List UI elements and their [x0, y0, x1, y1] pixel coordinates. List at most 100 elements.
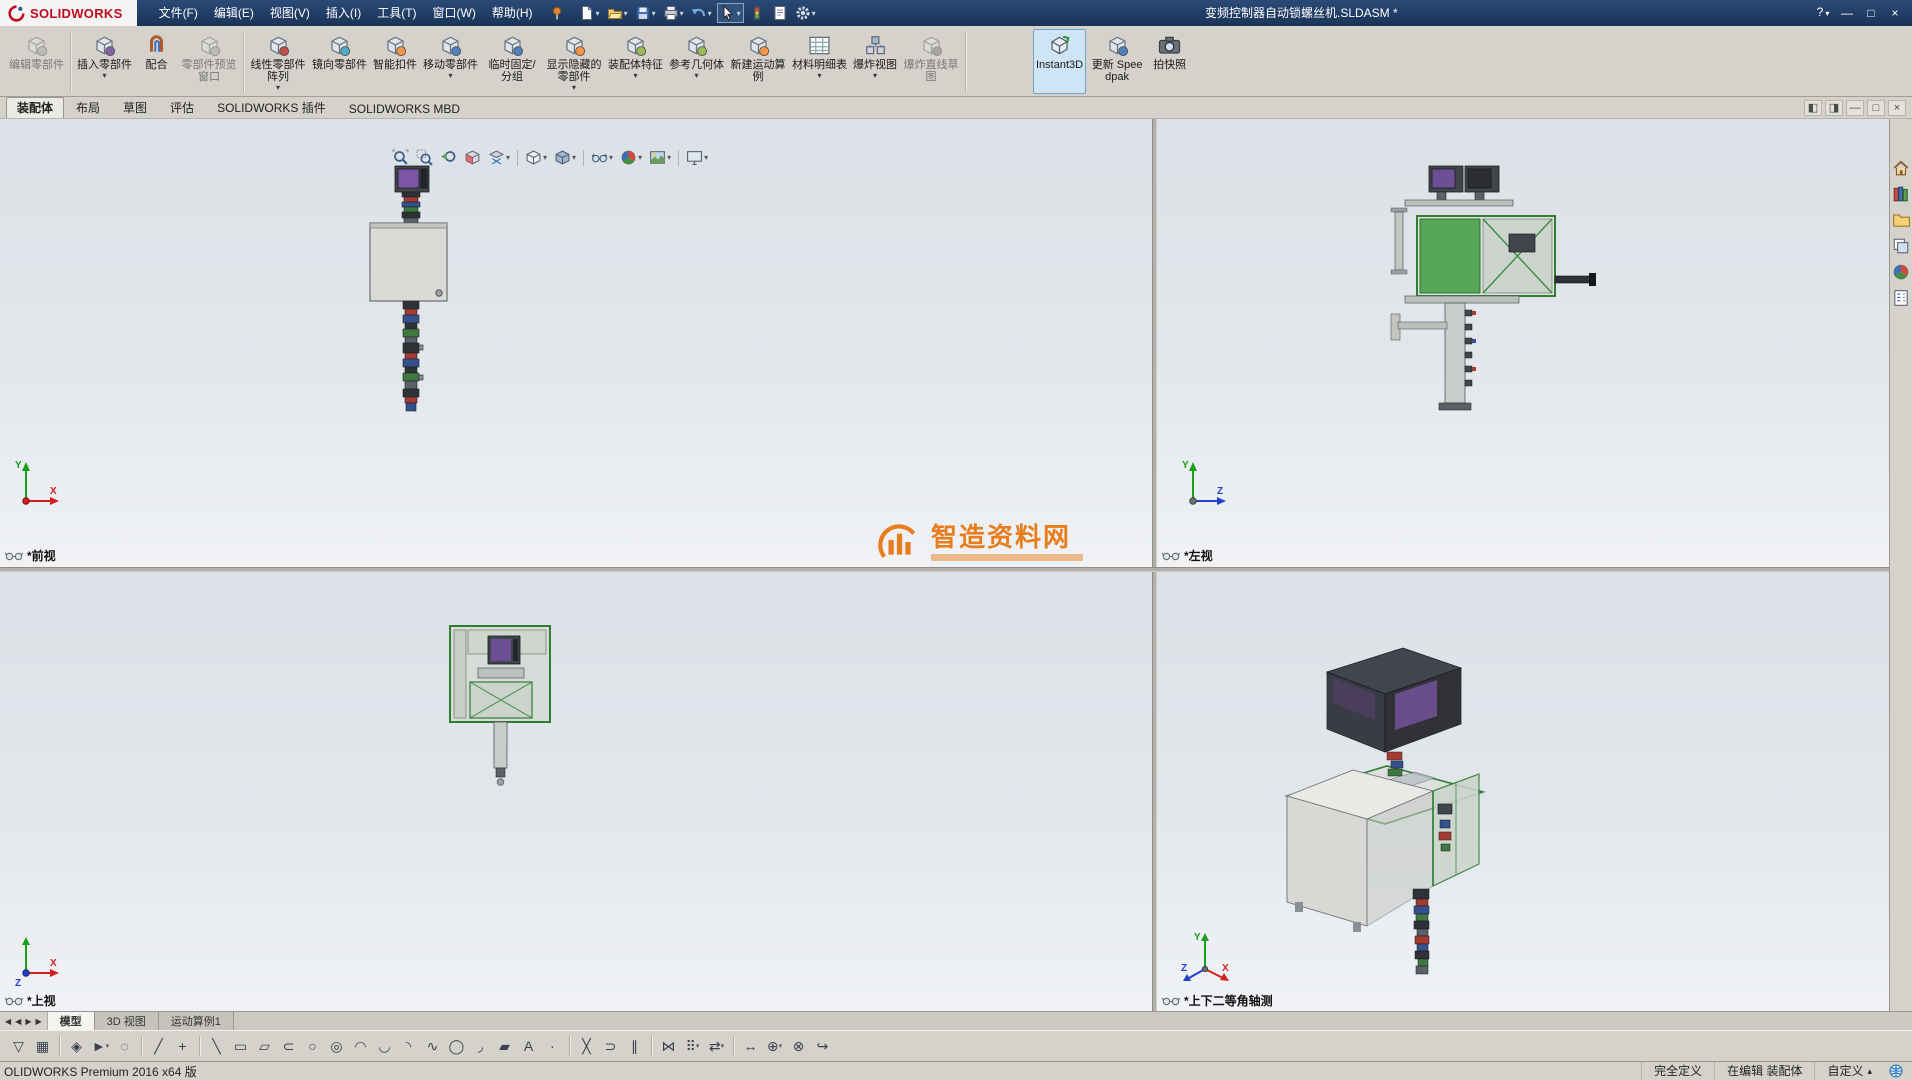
restore-viewport-icon[interactable]: □	[1867, 100, 1885, 116]
display-relations-icon[interactable]: ⊕	[763, 1035, 786, 1058]
design-library-icon[interactable]	[1892, 185, 1910, 203]
appearances-icon[interactable]	[1892, 263, 1910, 281]
smart-fasteners-button[interactable]: 智能扣件	[370, 29, 420, 94]
offset-entities-icon[interactable]: ∥	[623, 1035, 646, 1058]
save-icon[interactable]	[633, 3, 658, 23]
close-button[interactable]: ×	[1884, 3, 1906, 23]
linear-sketch-pattern-icon[interactable]: ⠿	[681, 1035, 704, 1058]
tab-sketch[interactable]: 草图	[112, 97, 158, 118]
linear-component-pattern-button[interactable]: 线性零部件阵列	[247, 29, 309, 94]
tab-evaluate[interactable]: 评估	[159, 97, 205, 118]
3d-views-tab[interactable]: 3D 视图	[95, 1012, 159, 1030]
edit-appearance-icon[interactable]	[618, 147, 644, 168]
insert-component-button[interactable]: 插入零部件	[74, 29, 135, 94]
viewport-top[interactable]: X Z *上视	[0, 572, 1152, 1011]
dropdown-arrow-icon[interactable]	[633, 71, 637, 80]
display-style-icon[interactable]	[552, 147, 578, 168]
instant3d-button[interactable]: Instant3D	[1033, 29, 1086, 94]
point-icon[interactable]: ∙	[541, 1035, 564, 1058]
circle-icon[interactable]: ○	[301, 1035, 324, 1058]
section-view-icon[interactable]	[462, 147, 483, 168]
reference-geometry-button[interactable]: 参考几何体	[666, 29, 727, 94]
take-snapshot-button[interactable]: 拍快照	[1148, 29, 1191, 94]
tangent-arc-icon[interactable]: ◡	[373, 1035, 396, 1058]
viewport-left[interactable]: Y Z *左视	[1157, 119, 1912, 567]
options-gear-icon[interactable]	[793, 3, 818, 23]
globe-icon[interactable]	[1888, 1063, 1904, 1079]
power-select-icon[interactable]: ◈	[65, 1035, 88, 1058]
status-custom-dropdown[interactable]: 自定义▴	[1814, 1062, 1884, 1080]
sketch-icon[interactable]: ╱	[147, 1035, 170, 1058]
tab-layout[interactable]: 布局	[65, 97, 111, 118]
new-document-icon[interactable]	[577, 3, 602, 23]
ellipse-icon[interactable]: ◯	[445, 1035, 468, 1058]
tab-solidworks-mbd[interactable]: SOLIDWORKS MBD	[338, 100, 471, 118]
annotation-views-icon[interactable]	[486, 147, 512, 168]
viewport-front[interactable]: Y X *前视	[0, 119, 1152, 567]
hide-show-filter-icon[interactable]: ▦	[31, 1035, 54, 1058]
last-tab-icon[interactable]: ▶	[34, 1017, 42, 1026]
view-palette-icon[interactable]	[1892, 237, 1910, 255]
update-speedpak-button[interactable]: 更新 Speedpak	[1086, 29, 1148, 94]
perimeter-circle-icon[interactable]: ◎	[325, 1035, 348, 1058]
edit-component-button[interactable]: 编辑零部件	[6, 29, 67, 94]
dropdown-arrow-icon[interactable]	[276, 83, 280, 92]
smart-dimension-icon[interactable]: ↔	[739, 1035, 762, 1058]
pane-right-icon[interactable]: ◨	[1825, 100, 1843, 116]
motion-study-tab[interactable]: 运动算例1	[159, 1012, 234, 1030]
minimize-button[interactable]: —	[1836, 3, 1858, 23]
select-cursor-icon[interactable]	[717, 3, 744, 23]
vertical-splitter[interactable]	[1152, 119, 1157, 1011]
top-view-model[interactable]	[448, 624, 554, 789]
menu-item[interactable]: 窗口(W)	[425, 0, 484, 26]
horizontal-splitter[interactable]	[0, 567, 1912, 572]
move-entities-icon[interactable]: ⇄	[705, 1035, 728, 1058]
trim-entities-icon[interactable]: ╳	[575, 1035, 598, 1058]
menu-item[interactable]: 视图(V)	[262, 0, 318, 26]
open-icon[interactable]	[605, 3, 630, 23]
line-icon[interactable]: ╲	[205, 1035, 228, 1058]
minimize-viewport-icon[interactable]: —	[1846, 100, 1864, 116]
pushpin-icon[interactable]	[549, 5, 565, 21]
move-component-button[interactable]: 移动零部件	[420, 29, 481, 94]
show-hidden-components-button[interactable]: 显示隐藏的零部件	[543, 29, 605, 94]
exit-sketch-icon[interactable]: ↪	[811, 1035, 834, 1058]
tab-assembly[interactable]: 装配体	[6, 97, 64, 118]
menu-item[interactable]: 工具(T)	[369, 0, 424, 26]
view-settings-icon[interactable]	[684, 147, 710, 168]
hide-show-items-icon[interactable]	[589, 147, 615, 168]
left-view-model[interactable]	[1389, 164, 1601, 416]
dropdown-arrow-icon[interactable]	[694, 71, 698, 80]
isometric-view-model[interactable]	[1275, 634, 1490, 979]
front-view-model[interactable]	[368, 165, 453, 415]
select-arrow-icon[interactable]: ►	[89, 1035, 112, 1058]
text-icon[interactable]: A	[517, 1035, 540, 1058]
parallelogram-icon[interactable]: ▱	[253, 1035, 276, 1058]
dropdown-arrow-icon[interactable]	[102, 71, 106, 80]
menu-item[interactable]: 文件(F)	[151, 0, 206, 26]
menu-item[interactable]: 编辑(E)	[206, 0, 262, 26]
help-button[interactable]: ?	[1812, 2, 1834, 24]
next-tab-icon[interactable]: ▶	[24, 1017, 32, 1026]
menu-item[interactable]: 插入(I)	[318, 0, 369, 26]
file-properties-icon[interactable]	[770, 3, 790, 23]
file-explorer-icon[interactable]	[1892, 211, 1910, 229]
convert-entities-icon[interactable]: ⊃	[599, 1035, 622, 1058]
centerpoint-arc-icon[interactable]: ◠	[349, 1035, 372, 1058]
mirror-components-button[interactable]: 镜向零部件	[309, 29, 370, 94]
dropdown-arrow-icon[interactable]	[873, 71, 877, 80]
three-point-arc-icon[interactable]: ◝	[397, 1035, 420, 1058]
plane-icon[interactable]: ▰	[493, 1035, 516, 1058]
dropdown-arrow-icon[interactable]	[448, 71, 452, 80]
custom-properties-icon[interactable]	[1892, 289, 1910, 307]
restore-button[interactable]: □	[1860, 3, 1882, 23]
origin-icon[interactable]: +	[171, 1035, 194, 1058]
assembly-features-button[interactable]: 装配体特征	[605, 29, 666, 94]
first-tab-icon[interactable]: ◀	[4, 1017, 12, 1026]
previous-view-icon[interactable]	[438, 147, 459, 168]
view-orientation-icon[interactable]	[523, 147, 549, 168]
corner-rectangle-icon[interactable]: ▭	[229, 1035, 252, 1058]
prev-tab-icon[interactable]: ◀	[14, 1017, 22, 1026]
zoom-to-area-icon[interactable]	[414, 147, 435, 168]
selection-filter-icon[interactable]: ▽	[7, 1035, 30, 1058]
